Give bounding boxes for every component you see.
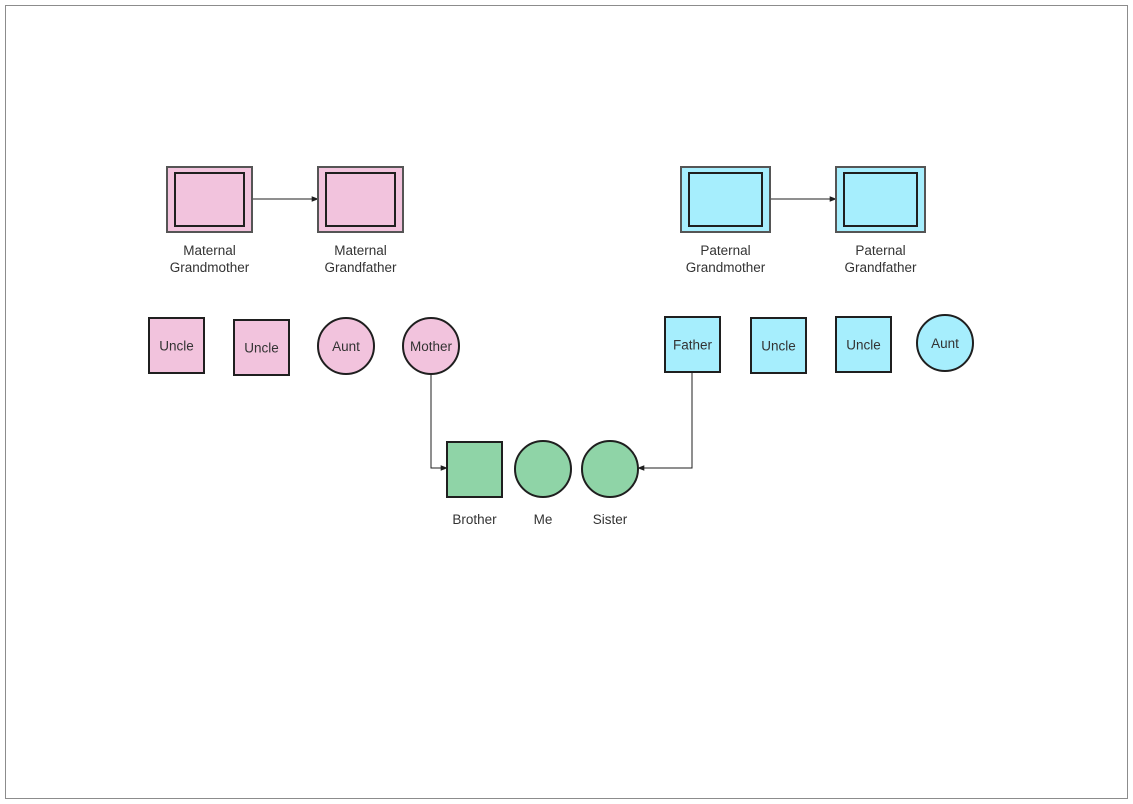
node-label: Aunt: [931, 336, 959, 351]
page-border: [5, 5, 1128, 799]
node-m-aunt[interactable]: Aunt: [317, 317, 375, 375]
square-shape: [835, 166, 926, 233]
node-label: Grandmother: [170, 260, 250, 275]
node-m-uncle2[interactable]: Uncle: [233, 319, 290, 376]
node-label: Mother: [410, 339, 453, 354]
node-label: Grandfather: [324, 260, 397, 275]
node-label: Uncle: [244, 341, 279, 356]
node-label: Uncle: [761, 339, 796, 354]
node-label: Brother: [452, 512, 497, 527]
node-label: Paternal: [700, 243, 750, 258]
node-father[interactable]: Father: [664, 316, 721, 373]
node-p-uncle1[interactable]: Uncle: [750, 317, 807, 374]
node-label: Grandmother: [686, 260, 766, 275]
node-label: Maternal: [334, 243, 387, 258]
node-label: Paternal: [855, 243, 905, 258]
node-label: Sister: [593, 512, 628, 527]
node-label: Aunt: [332, 339, 360, 354]
circle-shape: [581, 440, 639, 498]
square-shape: [680, 166, 771, 233]
node-m-uncle1[interactable]: Uncle: [148, 317, 205, 374]
node-label: Grandfather: [844, 260, 917, 275]
node-p-uncle2[interactable]: Uncle: [835, 316, 892, 373]
node-p-aunt[interactable]: Aunt: [916, 314, 974, 372]
node-label: Me: [534, 512, 553, 527]
node-label: Uncle: [846, 338, 881, 353]
node-label: Maternal: [183, 243, 236, 258]
node-label: Father: [673, 338, 713, 353]
circle-shape: [514, 440, 572, 498]
square-shape: [317, 166, 404, 233]
node-label: Uncle: [159, 339, 194, 354]
diagram-canvas: Maternal Grandmother Maternal Grandfather Pa…: [5, 5, 1128, 799]
node-brother[interactable]: Brother: [446, 441, 503, 527]
node-mother[interactable]: Mother: [402, 317, 460, 375]
square-shape: [166, 166, 253, 233]
square-shape: [446, 441, 503, 498]
